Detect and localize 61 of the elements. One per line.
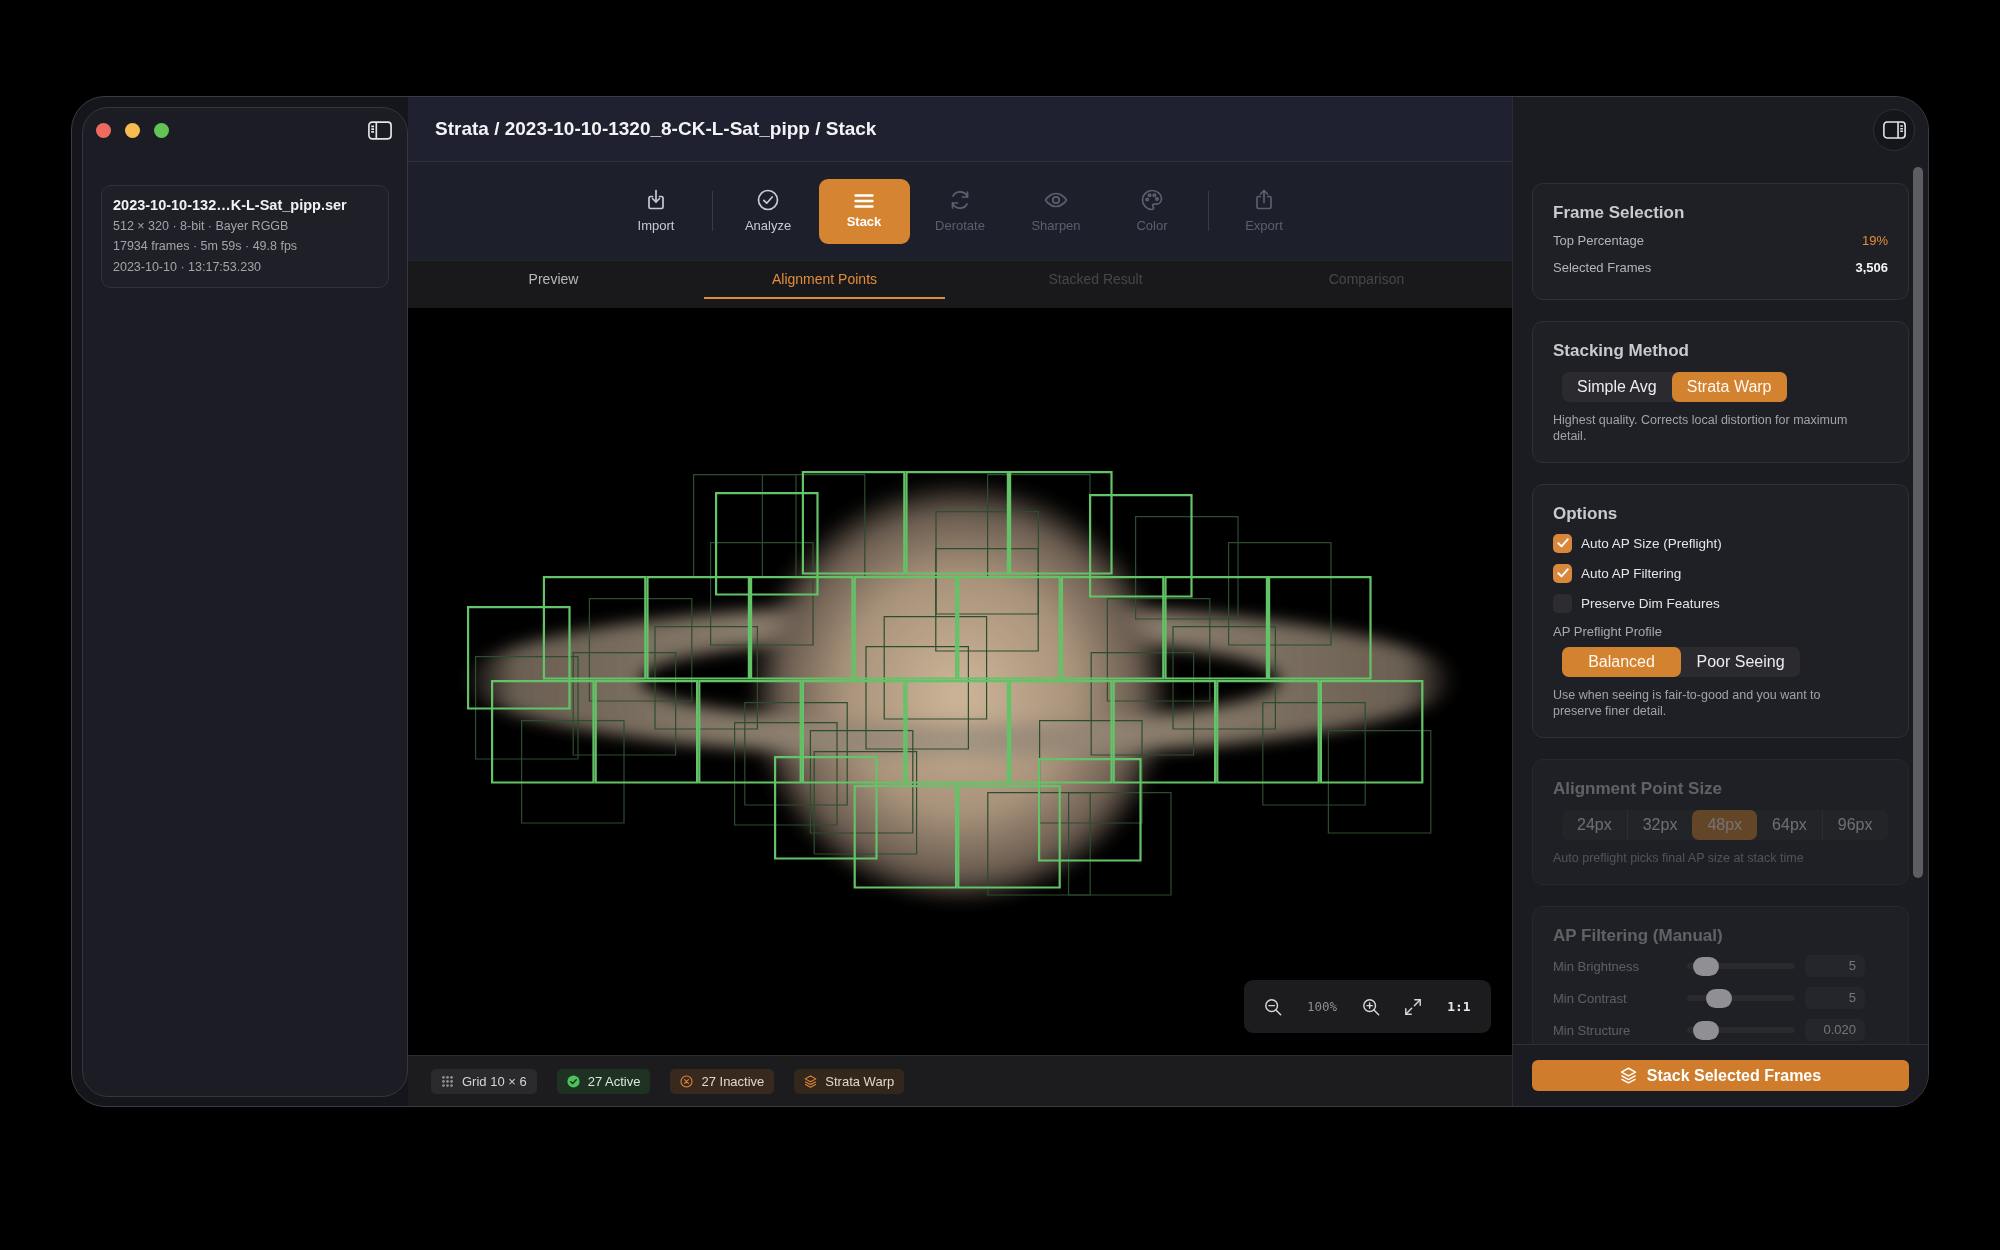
checkbox-label[interactable]: Preserve Dim Features bbox=[1581, 595, 1720, 611]
checkbox[interactable] bbox=[1553, 533, 1572, 553]
scrollbar[interactable] bbox=[1913, 167, 1923, 878]
segmented-control[interactable]: Balanced Poor Seeing bbox=[1562, 647, 1800, 677]
stat-value: 19% bbox=[1861, 233, 1888, 248]
slider-label: Min Brightness bbox=[1553, 958, 1640, 974]
checkbox[interactable] bbox=[1553, 563, 1572, 583]
slider-label: Min Structure bbox=[1553, 1022, 1632, 1038]
tag-label: Grid 10 × 6 bbox=[462, 1073, 527, 1089]
checkbox-label[interactable]: Auto AP Filtering bbox=[1581, 565, 1682, 581]
section-title: Alignment Point Size bbox=[1553, 778, 1724, 800]
file-details: 512 × 320 · 8-bit · Bayer RGGB bbox=[113, 218, 290, 235]
toolbar-button[interactable]: Analyze bbox=[722, 178, 814, 244]
x-circle-icon bbox=[680, 1074, 694, 1088]
section-description: Highest quality. Corrects local distortion for maximum detail. bbox=[1553, 412, 1849, 444]
segment-option[interactable]: Poor Seeing bbox=[1681, 647, 1800, 677]
checkbox-label[interactable]: Auto AP Size (Preflight) bbox=[1581, 535, 1722, 551]
segmented-control[interactable]: Simple Avg Strata Warp bbox=[1562, 372, 1787, 402]
layers-icon bbox=[804, 1074, 818, 1088]
segment-option[interactable]: Simple Avg bbox=[1562, 372, 1672, 402]
zoom-level: 100% bbox=[1307, 999, 1338, 1014]
window-title: Strata / 2023-10-10-1320_8-CK-L-Sat_pipp / Stack bbox=[435, 118, 877, 140]
stack-button[interactable]: Stack Selected Frames bbox=[1532, 1060, 1909, 1091]
file-details: 17934 frames · 5m 59s · 49.8 fps bbox=[113, 238, 299, 256]
stat-label: Top Percentage bbox=[1553, 233, 1645, 248]
check-circle-icon bbox=[756, 187, 780, 212]
stat-label: Selected Frames bbox=[1553, 260, 1652, 275]
tab[interactable]: Preview bbox=[433, 261, 674, 299]
checkmark-icon bbox=[1556, 538, 1569, 548]
segment-option[interactable]: Balanced bbox=[1562, 647, 1681, 677]
sidebar-toggle-icon[interactable] bbox=[1873, 108, 1915, 151]
actual-size-button[interactable]: 1:1 bbox=[1447, 999, 1471, 1014]
tag-label: 27 Active bbox=[587, 1073, 641, 1089]
tab[interactable]: Alignment Points bbox=[704, 261, 945, 299]
check-circle-icon bbox=[566, 1074, 580, 1088]
window-zoom-icon[interactable] bbox=[154, 122, 169, 138]
window-minimize-icon[interactable] bbox=[125, 122, 140, 138]
checkmark-icon bbox=[1556, 568, 1569, 578]
slider-label: Min Contrast bbox=[1553, 990, 1628, 1006]
section-title: Options bbox=[1553, 503, 1619, 525]
stat-value: 3,506 bbox=[1855, 260, 1888, 275]
section-title: Stacking Method bbox=[1553, 340, 1690, 362]
tag-label: 27 Inactive bbox=[701, 1073, 765, 1089]
expand-arrows-icon[interactable] bbox=[1404, 997, 1423, 1016]
section-title: AP Filtering (Manual) bbox=[1553, 925, 1724, 947]
layers-icon bbox=[1619, 1067, 1637, 1084]
file-card[interactable]: 2023-10-10-132…K-L-Sat_pipp.ser 512 × 320 · 8-bit · Bayer RGGB 17934 frames · 5m 59s · 49.8 fps 2023-10-10 · 13:17:53.230 bbox=[101, 185, 389, 289]
palette-icon bbox=[1140, 187, 1164, 212]
file-name: 2023-10-10-132…K-L-Sat_pipp.ser bbox=[113, 196, 348, 215]
file-details: 2023-10-10 · 13:17:53.230 bbox=[113, 258, 263, 276]
section-title: Frame Selection bbox=[1553, 202, 1686, 224]
section-description: Use when seeing is fair-to-good and you want to preserve finer detail. bbox=[1553, 687, 1822, 719]
window-close-icon[interactable] bbox=[96, 122, 111, 138]
grid-dots-icon bbox=[441, 1074, 454, 1088]
segment-option[interactable]: Strata Warp bbox=[1671, 372, 1787, 402]
zoom-in-icon[interactable] bbox=[1361, 997, 1380, 1016]
field-label: AP Preflight Profile bbox=[1553, 624, 1663, 640]
toolbar-button[interactable]: Stack bbox=[818, 178, 910, 244]
tag-label: Strata Warp bbox=[825, 1073, 895, 1089]
zoom-out-icon[interactable] bbox=[1264, 997, 1283, 1016]
toolbar-button[interactable]: Import bbox=[610, 178, 702, 244]
